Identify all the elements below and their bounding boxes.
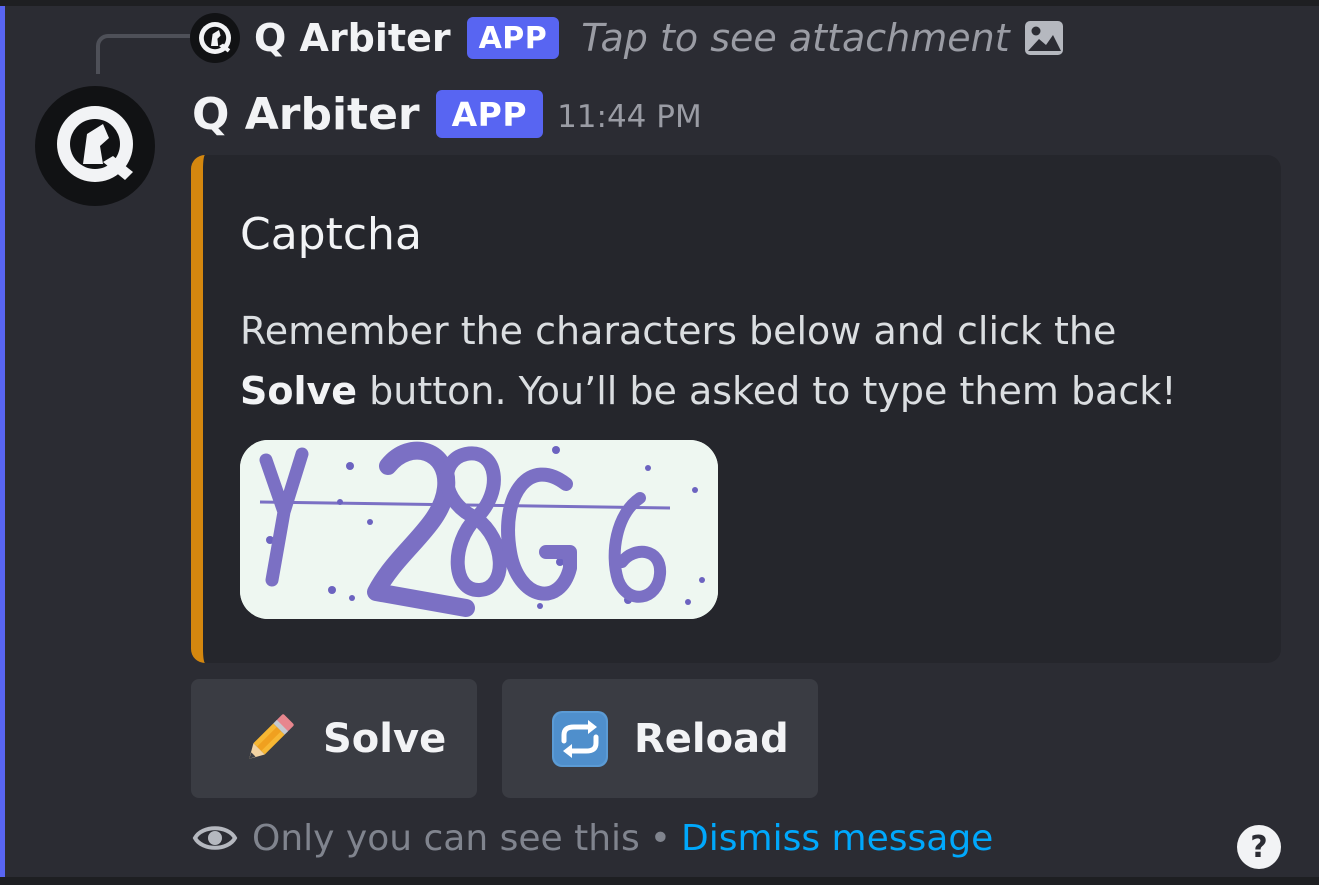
reply-preview-text[interactable]: Tap to see attachment (581, 16, 1009, 60)
embed-title: Captcha (240, 209, 422, 260)
reply-avatar[interactable] (190, 13, 240, 63)
author-avatar[interactable] (35, 86, 155, 206)
solve-button-label: Solve (323, 715, 447, 762)
repeat-icon (550, 709, 610, 769)
reload-button-label: Reload (634, 715, 789, 762)
pencil-icon (239, 709, 299, 769)
footer-separator: • (649, 817, 672, 859)
reply-spine (96, 34, 190, 74)
embed-description-line2: button. You’ll be asked to type them bac… (357, 369, 1177, 413)
dismiss-message-link[interactable]: Dismiss message (681, 818, 993, 859)
q-knight-logo-icon (57, 106, 133, 182)
solve-button[interactable]: Solve (191, 679, 477, 798)
reply-app-badge: APP (466, 17, 560, 59)
help-icon[interactable]: ? (1237, 825, 1281, 869)
reply-preview[interactable]: Q Arbiter APP Tap to see attachment (190, 6, 1064, 70)
ephemeral-notice: Only you can see this (252, 817, 640, 859)
embed-description: Remember the characters below and click … (240, 301, 1240, 421)
reload-button[interactable]: Reload (502, 679, 818, 798)
embed-description-line1: Remember the characters below and click … (240, 309, 1117, 353)
message-timestamp[interactable]: 11:44 PM (557, 93, 702, 135)
ephemeral-footer: Only you can see this • Dismiss message (192, 808, 993, 868)
embed-description-bold: Solve (240, 369, 358, 413)
captcha-embed: Captcha Remember the characters below an… (191, 155, 1281, 663)
author-name[interactable]: Q Arbiter (192, 89, 420, 140)
image-icon (1024, 18, 1064, 58)
app-badge: APP (435, 90, 544, 138)
eye-icon (192, 815, 238, 861)
captcha-image[interactable] (240, 440, 718, 619)
message-header: Q Arbiter APP 11:44 PM (192, 82, 702, 146)
reply-author-name[interactable]: Q Arbiter (254, 16, 451, 60)
q-knight-logo-icon (199, 22, 231, 54)
